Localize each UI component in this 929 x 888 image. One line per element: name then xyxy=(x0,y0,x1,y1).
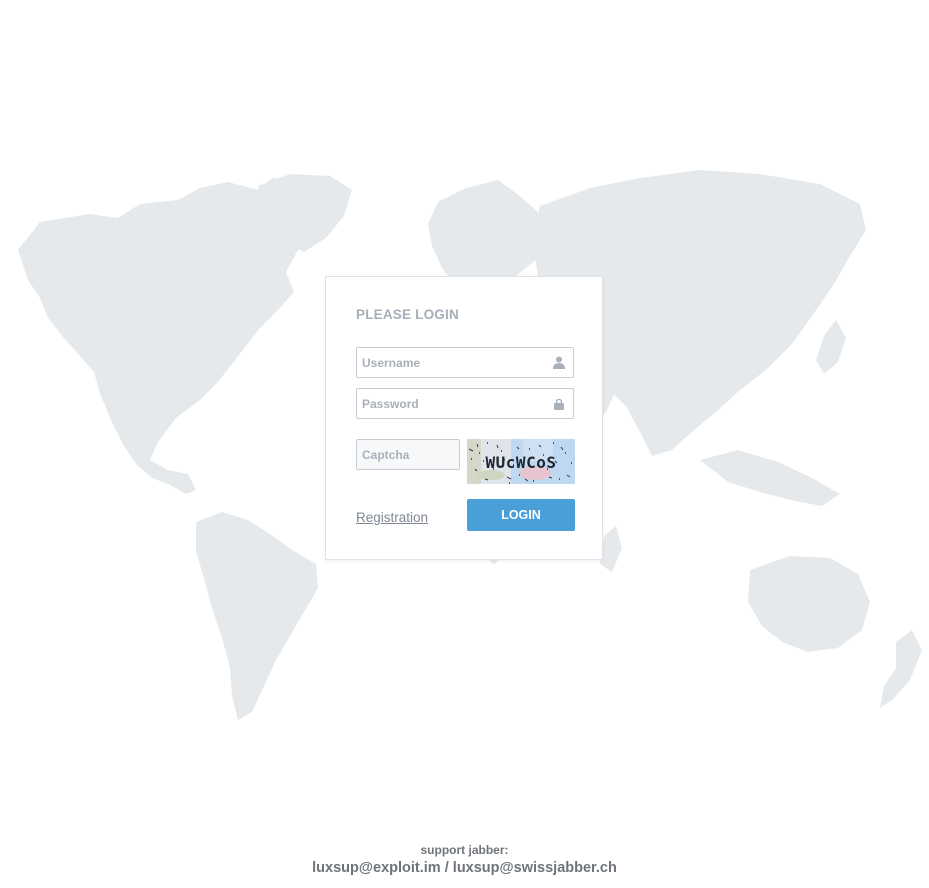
captcha-field[interactable] xyxy=(356,439,460,470)
captcha-text: WUcWCoS xyxy=(486,453,557,472)
captcha-input[interactable] xyxy=(357,440,457,469)
support-contacts: luxsup@exploit.im / luxsup@swissjabber.c… xyxy=(0,858,929,878)
password-field[interactable] xyxy=(356,388,574,419)
login-card: PLEASE LOGIN Username Captcha WUcWCoS Re… xyxy=(325,276,603,560)
map-madagascar xyxy=(600,526,622,572)
password-input[interactable] xyxy=(357,389,542,418)
jabber-contact-1: luxsup@exploit.im xyxy=(312,860,441,876)
map-north-america xyxy=(18,178,312,494)
jabber-contact-2: luxsup@swissjabber.ch xyxy=(452,860,617,876)
support-footer: support jabber: luxsup@exploit.im / luxs… xyxy=(0,842,929,878)
username-field[interactable] xyxy=(356,347,574,378)
registration-link[interactable]: Registration xyxy=(356,510,428,525)
login-title: PLEASE LOGIN xyxy=(356,307,459,322)
map-japan xyxy=(816,320,846,374)
support-label: support jabber: xyxy=(420,843,509,857)
user-icon xyxy=(553,356,565,369)
map-new-zealand xyxy=(880,630,922,708)
login-button[interactable]: LOGIN xyxy=(467,499,575,531)
lock-icon xyxy=(554,398,564,410)
map-southeast-asia xyxy=(700,450,840,506)
map-australia xyxy=(748,556,870,652)
contact-separator: / xyxy=(440,860,453,876)
login-page: PLEASE LOGIN Username Captcha WUcWCoS Re… xyxy=(0,0,929,888)
username-input[interactable] xyxy=(357,348,542,377)
map-south-america xyxy=(196,512,318,720)
captcha-image: WUcWCoS xyxy=(467,439,575,484)
